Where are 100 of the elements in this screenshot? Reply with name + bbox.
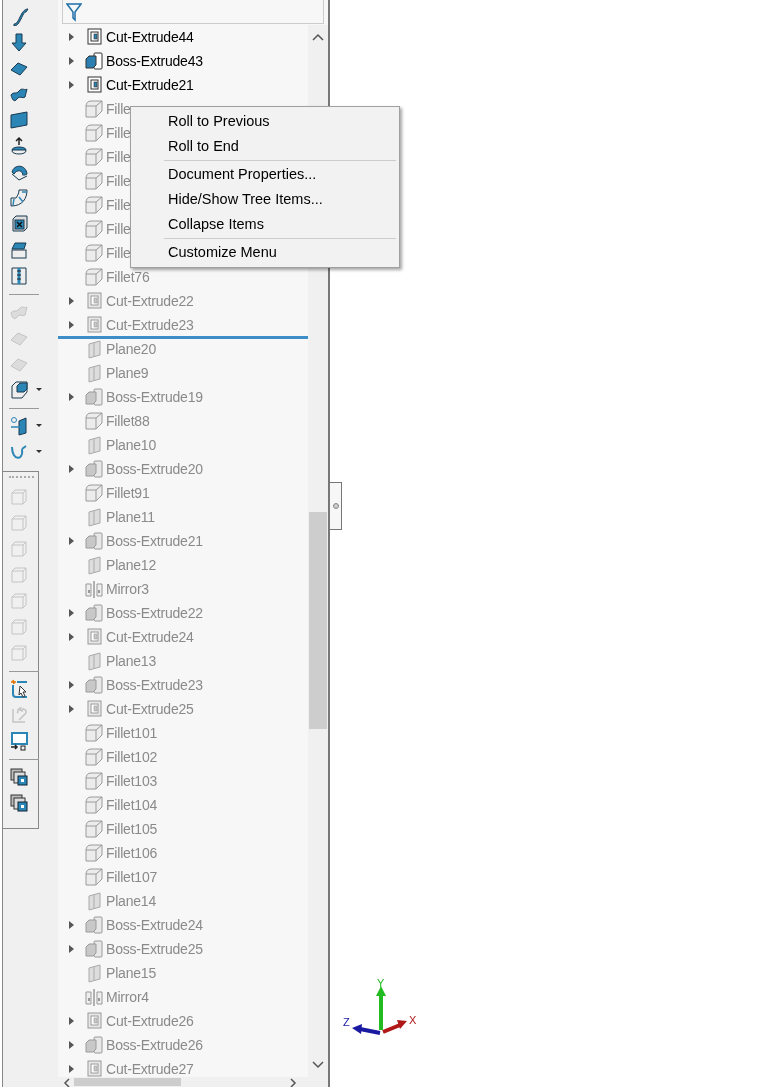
tree-item[interactable]: Fille bbox=[106, 194, 131, 216]
expand-arrow-icon[interactable] bbox=[68, 921, 74, 929]
menu-item[interactable]: Roll to Previous bbox=[131, 109, 399, 134]
fillet-icon bbox=[84, 795, 104, 815]
tree-item[interactable]: Boss-Extrude19 bbox=[106, 386, 203, 408]
tree-item[interactable]: Cut-Extrude27 bbox=[106, 1058, 194, 1077]
tree-item[interactable]: Fillet102 bbox=[106, 746, 158, 768]
cut-extrude-icon bbox=[84, 291, 104, 311]
expand-arrow-icon[interactable] bbox=[68, 537, 74, 545]
expand-arrow-icon[interactable] bbox=[68, 57, 74, 65]
tree-item[interactable]: Fillet103 bbox=[106, 770, 158, 792]
expand-arrow-icon[interactable] bbox=[68, 633, 74, 641]
expand-arrow-icon[interactable] bbox=[68, 1041, 74, 1049]
expand-arrow-icon[interactable] bbox=[68, 945, 74, 953]
cut-extrude-icon bbox=[84, 27, 104, 47]
menu-item[interactable]: Customize Menu bbox=[131, 240, 399, 265]
expand-arrow-icon[interactable] bbox=[68, 393, 74, 401]
tree-item[interactable]: Fillet105 bbox=[106, 818, 158, 840]
filter-icon[interactable] bbox=[66, 1, 82, 22]
tree-item[interactable]: Cut-Extrude21 bbox=[106, 74, 194, 96]
tree-item[interactable]: Cut-Extrude22 bbox=[106, 290, 194, 312]
menu-item[interactable]: Roll to End bbox=[131, 134, 399, 159]
tree-item[interactable]: Plane12 bbox=[106, 554, 156, 576]
tree-item[interactable]: Plane9 bbox=[106, 362, 149, 384]
panel-handle[interactable] bbox=[330, 482, 342, 530]
tree-item[interactable]: Boss-Extrude26 bbox=[106, 1034, 203, 1056]
tree-item[interactable]: Fille bbox=[106, 242, 131, 264]
windows-icon bbox=[9, 767, 29, 787]
boss-extrude-icon bbox=[84, 459, 104, 479]
wire-cube-icon bbox=[9, 539, 29, 559]
cut-extrude-icon bbox=[84, 75, 104, 95]
expand-arrow-icon[interactable] bbox=[68, 321, 74, 329]
expand-arrow-icon[interactable] bbox=[68, 1065, 74, 1073]
boss-extrude-icon bbox=[84, 915, 104, 935]
tree-item[interactable]: Boss-Extrude20 bbox=[106, 458, 203, 480]
tree-item[interactable]: Fillet76 bbox=[106, 266, 150, 288]
curve-icon bbox=[9, 442, 29, 462]
fillet-icon bbox=[84, 243, 104, 263]
expand-arrow-icon[interactable] bbox=[68, 1017, 74, 1025]
menu-item[interactable]: Document Properties... bbox=[131, 162, 399, 187]
expand-arrow-icon[interactable] bbox=[68, 609, 74, 617]
expand-arrow-icon[interactable] bbox=[68, 705, 74, 713]
menu-item[interactable]: Hide/Show Tree Items... bbox=[131, 187, 399, 212]
cut-extrude-icon bbox=[84, 627, 104, 647]
tree-item[interactable]: Fille bbox=[106, 122, 131, 144]
tree-item[interactable]: Plane15 bbox=[106, 962, 156, 984]
tree-item[interactable]: Fillet101 bbox=[106, 722, 158, 744]
tree-item[interactable]: Cut-Extrude25 bbox=[106, 698, 194, 720]
cube-icon bbox=[9, 214, 29, 234]
fillet-icon bbox=[84, 771, 104, 791]
tree-item[interactable]: Plane13 bbox=[106, 650, 156, 672]
tree-item[interactable]: Fille bbox=[106, 170, 131, 192]
boss-extrude-icon bbox=[84, 603, 104, 623]
fillet-icon bbox=[84, 267, 104, 287]
tree-item[interactable]: Boss-Extrude21 bbox=[106, 530, 203, 552]
tree-item[interactable]: Plane11 bbox=[106, 506, 155, 528]
tree-item[interactable]: Plane10 bbox=[106, 434, 156, 456]
boss-extrude-icon bbox=[84, 675, 104, 695]
tree-item[interactable]: Boss-Extrude22 bbox=[106, 602, 203, 624]
wire-cube-icon bbox=[9, 487, 29, 507]
bend-icon bbox=[9, 188, 29, 208]
expand-arrow-icon[interactable] bbox=[68, 81, 74, 89]
boss-extrude-icon bbox=[84, 1035, 104, 1055]
tree-item[interactable]: Fille bbox=[106, 146, 131, 168]
cut-extrude-icon bbox=[84, 1011, 104, 1031]
tree-item[interactable]: Fillet106 bbox=[106, 842, 158, 864]
windows-icon bbox=[9, 793, 29, 813]
down-arrow-icon bbox=[9, 32, 29, 52]
cube-icon bbox=[9, 380, 29, 400]
tree-item[interactable]: Plane20 bbox=[106, 338, 156, 360]
tree-item[interactable]: Mirror4 bbox=[106, 986, 149, 1008]
tree-item[interactable]: Boss-Extrude43 bbox=[106, 50, 203, 72]
boss-extrude-icon bbox=[84, 531, 104, 551]
tree-item[interactable]: Fille bbox=[106, 98, 131, 120]
tree-item[interactable]: Boss-Extrude23 bbox=[106, 674, 203, 696]
expand-arrow-icon[interactable] bbox=[68, 681, 74, 689]
tree-item[interactable]: Fillet104 bbox=[106, 794, 158, 816]
tree-item[interactable]: Fille bbox=[106, 218, 131, 240]
tree-item[interactable]: Cut-Extrude26 bbox=[106, 1010, 194, 1032]
tree-item[interactable]: Cut-Extrude24 bbox=[106, 626, 194, 648]
scrollbar-thumb[interactable] bbox=[309, 512, 327, 729]
caret-icon bbox=[36, 424, 42, 428]
menu-item[interactable]: Collapse Items bbox=[131, 212, 399, 237]
tree-item[interactable]: Cut-Extrude44 bbox=[106, 26, 194, 48]
fillet-icon bbox=[84, 171, 104, 191]
mirror-icon bbox=[84, 579, 104, 599]
tree-item[interactable]: Fillet88 bbox=[106, 410, 150, 432]
expand-arrow-icon[interactable] bbox=[68, 33, 74, 41]
tree-item[interactable]: Plane14 bbox=[106, 890, 156, 912]
wrench-icon bbox=[9, 705, 29, 725]
expand-arrow-icon[interactable] bbox=[68, 465, 74, 473]
zip-icon bbox=[9, 266, 29, 286]
scrollbar-thumb[interactable] bbox=[74, 1078, 181, 1086]
tree-item[interactable]: Boss-Extrude24 bbox=[106, 914, 203, 936]
tree-item[interactable]: Boss-Extrude25 bbox=[106, 938, 203, 960]
tree-item[interactable]: Cut-Extrude23 bbox=[106, 314, 194, 336]
tree-item[interactable]: Fillet107 bbox=[106, 866, 158, 888]
expand-arrow-icon[interactable] bbox=[68, 297, 74, 305]
tree-item[interactable]: Fillet91 bbox=[106, 482, 150, 504]
tree-item[interactable]: Mirror3 bbox=[106, 578, 149, 600]
